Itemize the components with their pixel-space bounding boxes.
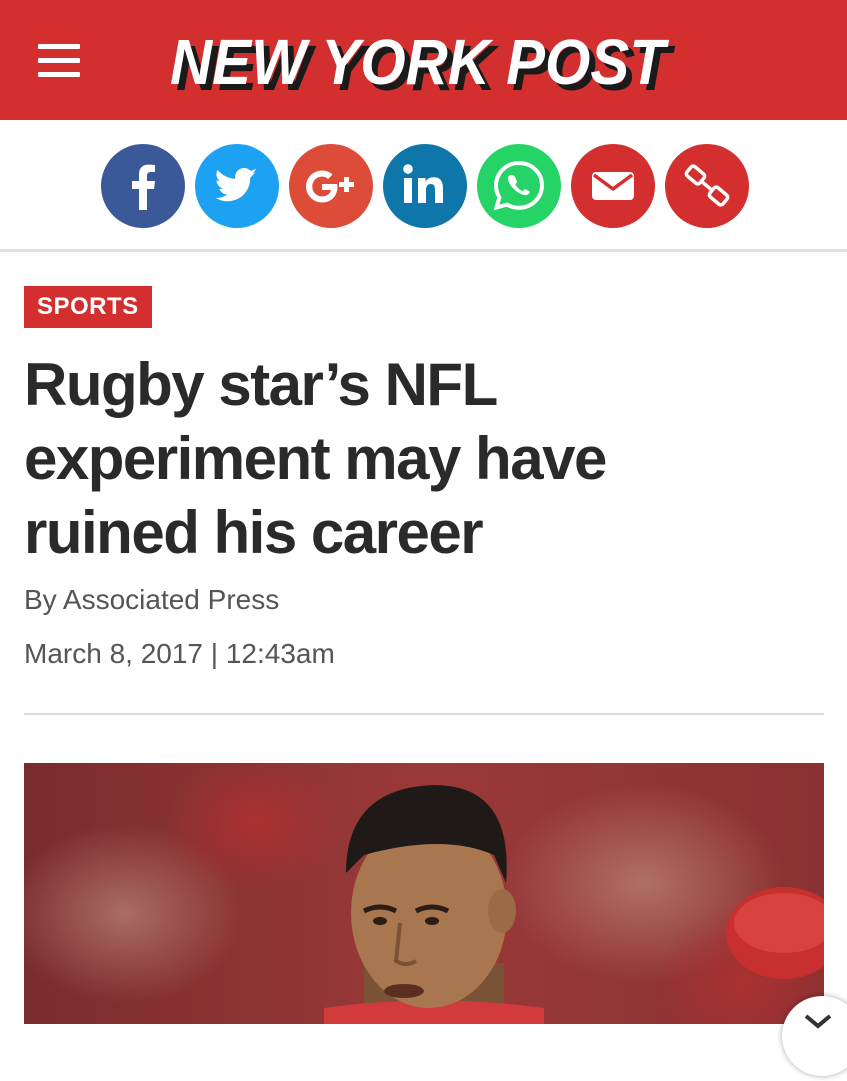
hero-photo — [24, 763, 824, 1024]
email-icon — [571, 144, 655, 228]
headline-line: experiment may have — [24, 425, 607, 492]
article-headline: Rugby star’s NFL experiment may have rui… — [24, 348, 824, 570]
headline-line: Rugby star’s NFL — [24, 351, 498, 418]
headline-line: ruined his career — [24, 499, 484, 566]
hero-image[interactable] — [24, 763, 824, 1024]
share-twitter-button[interactable] — [195, 144, 279, 228]
share-copy-link-button[interactable] — [665, 144, 749, 228]
share-whatsapp-button[interactable] — [477, 144, 561, 228]
hamburger-menu-icon[interactable] — [38, 44, 82, 80]
facebook-icon — [101, 144, 185, 228]
top-bar: NEW YORK POST NEW YORK POST — [0, 0, 847, 120]
close-overlay-button[interactable] — [782, 996, 847, 1076]
google-plus-icon — [289, 144, 373, 228]
linkedin-icon — [383, 144, 467, 228]
share-bar — [0, 122, 847, 250]
section-tag[interactable]: SPORTS — [24, 286, 152, 328]
header-divider — [0, 249, 847, 252]
link-icon — [665, 144, 749, 228]
publish-date: March 8, 2017 | 12:43am — [24, 638, 335, 669]
share-linkedin-button[interactable] — [383, 144, 467, 228]
whatsapp-icon — [477, 144, 561, 228]
site-logo[interactable]: NEW YORK POST NEW YORK POST — [166, 20, 681, 104]
twitter-icon — [195, 144, 279, 228]
article-meta-divider — [24, 713, 824, 715]
share-google-plus-button[interactable] — [289, 144, 373, 228]
logo-text: NEW YORK POST — [170, 26, 669, 98]
share-facebook-button[interactable] — [101, 144, 185, 228]
byline: By Associated Press — [24, 584, 280, 615]
close-icon — [804, 1014, 832, 1029]
share-email-button[interactable] — [571, 144, 655, 228]
